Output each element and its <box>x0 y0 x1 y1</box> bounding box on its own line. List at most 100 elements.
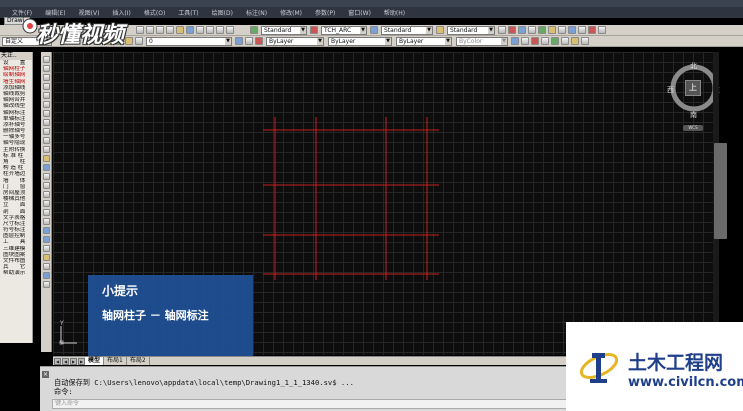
layer-select[interactable]: 0 ▼ <box>146 36 232 46</box>
layer-lock-icon[interactable] <box>135 37 143 45</box>
make-block-icon[interactable] <box>42 164 50 171</box>
make-current-icon[interactable] <box>235 37 243 45</box>
palette-title[interactable]: 天正.. <box>0 52 32 60</box>
isolate-icon[interactable] <box>541 37 549 45</box>
layer-previous-icon[interactable] <box>245 37 253 45</box>
layer-walk-icon[interactable] <box>531 37 539 45</box>
match-icon[interactable] <box>528 26 536 34</box>
gradient-icon[interactable] <box>42 191 50 198</box>
command-input[interactable]: 键入命令 <box>52 399 572 409</box>
quick-select-icon[interactable] <box>521 37 529 45</box>
linetype-select[interactable]: ByLayer ▼ <box>328 36 392 46</box>
dimension-icon[interactable] <box>42 254 50 261</box>
hatch-icon[interactable] <box>578 26 586 34</box>
menu-item-7[interactable]: 标注(N) <box>246 8 267 17</box>
menu-item-10[interactable]: 窗口(W) <box>348 8 371 17</box>
menu-item-6[interactable]: 绘图(D) <box>212 8 233 17</box>
tch-style-icon <box>310 26 318 34</box>
palette-item[interactable]: 帮助演示 <box>0 270 32 276</box>
mtext-icon[interactable] <box>42 218 50 225</box>
design-center-icon[interactable] <box>186 26 194 34</box>
hatch-draw-icon[interactable] <box>42 182 50 189</box>
text-style-select[interactable]: Standard ▼ <box>261 25 307 35</box>
polyline-icon[interactable] <box>42 74 50 81</box>
menu-item-11[interactable]: 帮助(H) <box>384 8 405 17</box>
region-icon[interactable] <box>588 26 596 34</box>
compass-top-view[interactable]: 上 <box>685 80 701 96</box>
text-b-icon[interactable] <box>42 236 50 243</box>
close-icon[interactable]: × <box>42 371 49 378</box>
gear-icon[interactable] <box>598 26 606 34</box>
merge-icon[interactable] <box>551 37 559 45</box>
tab-model[interactable]: 模型 <box>85 357 105 365</box>
tab-layout1[interactable]: 布局1 <box>104 357 127 365</box>
chevron-down-icon: ▼ <box>300 26 306 34</box>
insert-block-icon[interactable] <box>42 155 50 162</box>
navigation-bar[interactable] <box>714 143 727 239</box>
refresh-icon[interactable] <box>581 37 589 45</box>
rectangle-icon[interactable] <box>42 92 50 99</box>
calculator-icon[interactable] <box>216 26 224 34</box>
attribute-icon[interactable] <box>42 245 50 252</box>
spline-icon[interactable] <box>42 128 50 135</box>
tool-palette-icon[interactable] <box>196 26 204 34</box>
menu-item-5[interactable]: 工具(T) <box>178 8 198 17</box>
title-bar <box>0 0 743 7</box>
color-select[interactable]: ByLayer ▼ <box>266 36 324 46</box>
chevron-down-icon: ▼ <box>426 26 432 34</box>
compass-west[interactable]: 西 <box>667 85 674 95</box>
markup-icon[interactable] <box>206 26 214 34</box>
block-icon[interactable] <box>548 26 556 34</box>
wcs-menu[interactable]: WCS <box>683 125 703 131</box>
zoom-icon[interactable] <box>136 26 144 34</box>
lineweight-select[interactable]: ByLayer ▼ <box>396 36 452 46</box>
cursor-icon[interactable] <box>42 272 50 279</box>
civil-logo-mark-icon <box>579 353 619 383</box>
more-icon[interactable] <box>42 281 50 288</box>
ellipse-icon[interactable] <box>42 137 50 144</box>
prev-tab-icon[interactable]: ◀ <box>62 357 69 365</box>
table-draw-icon[interactable] <box>42 209 50 216</box>
properties-icon[interactable] <box>176 26 184 34</box>
command-line: × 自动保存到 C:\Users\lenovo\appdata\local\te… <box>40 366 583 411</box>
point-icon[interactable] <box>42 173 50 180</box>
properties-toggle-icon[interactable] <box>511 37 519 45</box>
image-icon[interactable] <box>568 26 576 34</box>
pan-icon[interactable] <box>146 26 154 34</box>
arc-icon[interactable] <box>42 101 50 108</box>
text-a-icon[interactable] <box>42 227 50 234</box>
menu-item-9[interactable]: 参数(P) <box>315 8 335 17</box>
circle-icon[interactable] <box>42 110 50 117</box>
help-icon[interactable] <box>226 26 234 34</box>
zoom-previous-icon[interactable] <box>166 26 174 34</box>
plotstyle-select[interactable]: ByColor ▼ <box>456 36 508 46</box>
cut-icon[interactable] <box>498 26 506 34</box>
tch-style-select[interactable]: TCH_ARC ▼ <box>321 25 367 35</box>
table-icon[interactable] <box>558 26 566 34</box>
menu-item-8[interactable]: 修改(M) <box>280 8 302 17</box>
leader-icon[interactable] <box>42 263 50 270</box>
first-tab-icon[interactable]: ◀ <box>54 357 61 365</box>
layer-state-icon[interactable] <box>255 37 263 45</box>
color-icon[interactable] <box>571 37 579 45</box>
delete-layer-icon[interactable] <box>561 37 569 45</box>
copy-icon[interactable] <box>508 26 516 34</box>
revision-cloud-icon[interactable] <box>42 119 50 126</box>
polygon-icon[interactable] <box>42 83 50 90</box>
menu-item-4[interactable]: 格式(O) <box>144 8 165 17</box>
dim-style-select[interactable]: Standard ▼ <box>381 25 433 35</box>
compass-north[interactable]: 北 <box>690 61 697 71</box>
compass-south[interactable]: 南 <box>690 110 697 120</box>
ellipse-arc-icon[interactable] <box>42 146 50 153</box>
region-draw-icon[interactable] <box>42 200 50 207</box>
construction-line-icon[interactable] <box>42 65 50 72</box>
next-tab-icon[interactable]: ▶ <box>70 357 77 365</box>
paste-icon[interactable] <box>518 26 526 34</box>
layer-icon[interactable] <box>538 26 546 34</box>
table-style-select[interactable]: Standard ▼ <box>447 25 495 35</box>
last-tab-icon[interactable]: ▶ <box>78 357 85 365</box>
site-logo-url: www.civilcn.com <box>628 375 743 390</box>
zoom-window-icon[interactable] <box>156 26 164 34</box>
tab-layout2[interactable]: 布局2 <box>127 357 150 365</box>
line-icon[interactable] <box>42 56 50 63</box>
